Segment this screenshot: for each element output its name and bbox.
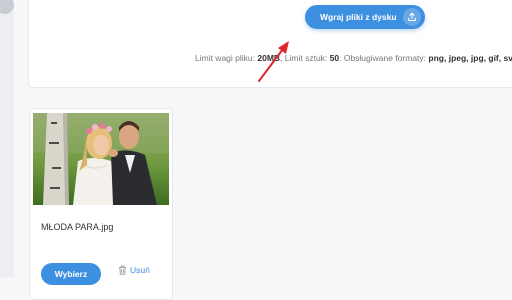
- choose-button[interactable]: Wybierz: [41, 263, 101, 285]
- file-thumbnail[interactable]: [33, 113, 169, 205]
- file-name: MŁODA PARA.jpg: [41, 222, 114, 232]
- delete-label: Usuń: [130, 265, 150, 275]
- trash-icon: [119, 265, 126, 275]
- delete-button[interactable]: Usuń: [118, 265, 150, 275]
- file-card: MŁODA PARA.jpg Wybierz Usuń: [29, 108, 173, 300]
